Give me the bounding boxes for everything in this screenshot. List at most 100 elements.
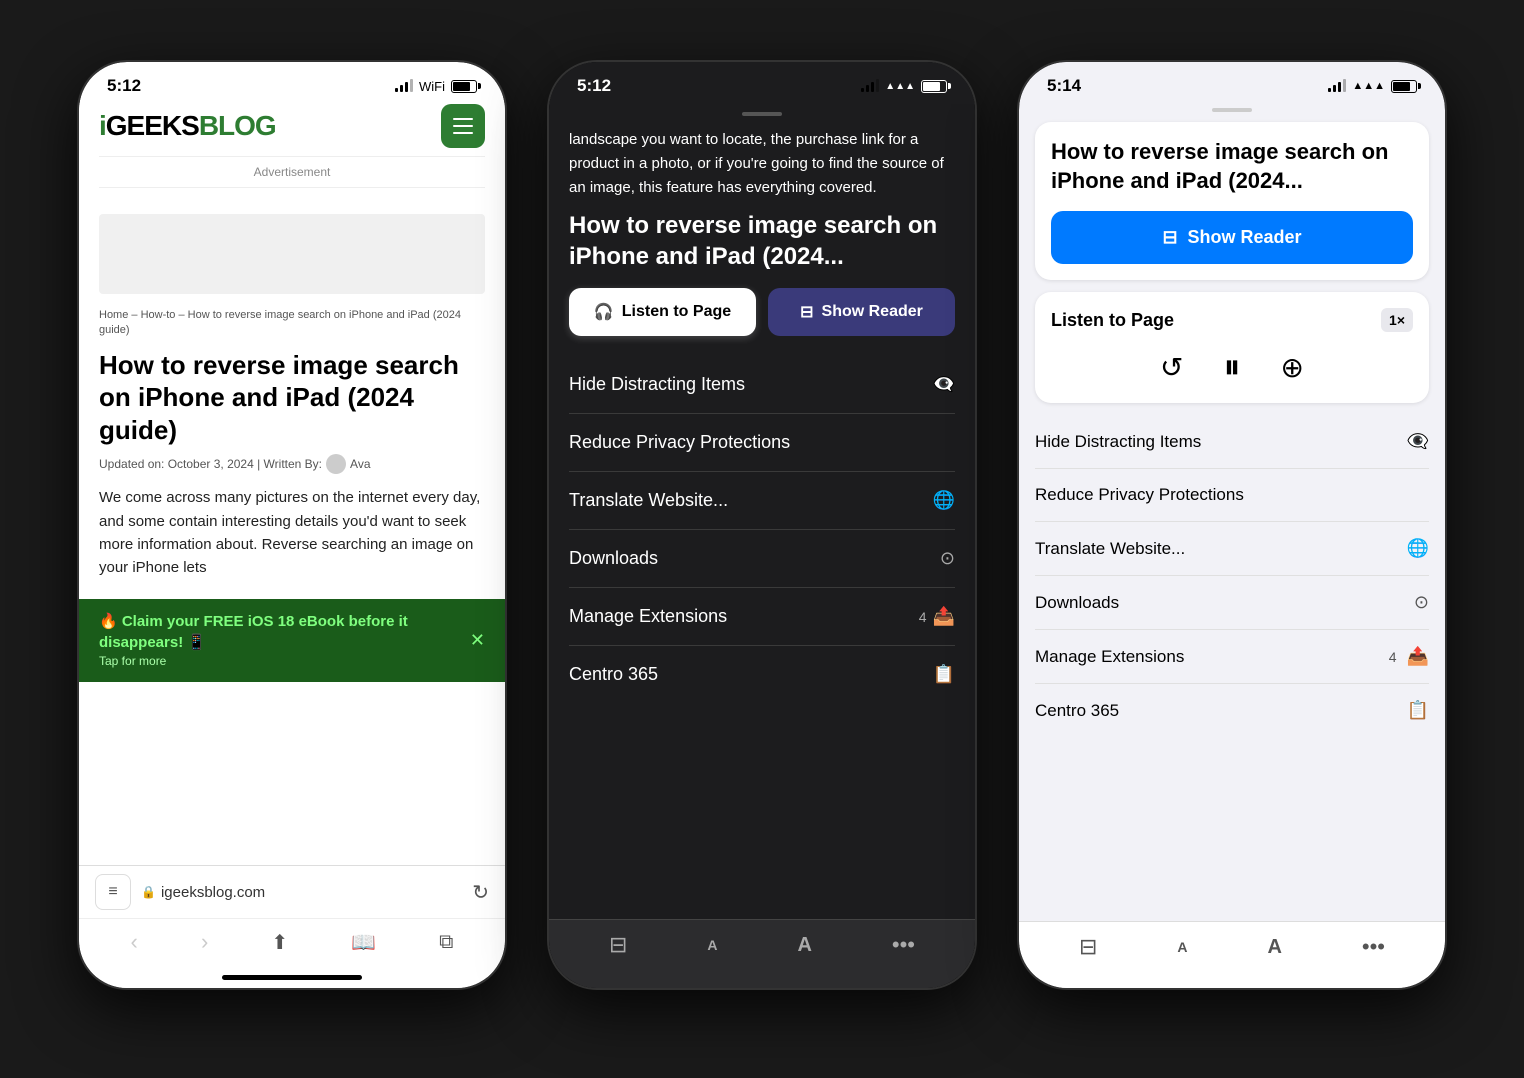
signal-icon-3 bbox=[1328, 80, 1346, 92]
status-bar-1: 5:12 WiFi bbox=[79, 62, 505, 104]
hide-distracting-icon: 👁️‍🗨️ bbox=[933, 374, 955, 395]
article-title-1: How to reverse image search on iPhone an… bbox=[79, 349, 505, 455]
p3-menu-reduce-privacy[interactable]: Reduce Privacy Protections bbox=[1035, 469, 1429, 522]
listen-header: Listen to Page 1× bbox=[1051, 308, 1413, 332]
battery-icon-2 bbox=[921, 80, 947, 93]
speed-badge[interactable]: 1× bbox=[1381, 308, 1413, 332]
back-button[interactable]: ‹ bbox=[131, 929, 138, 955]
p3-font-small[interactable]: A bbox=[1177, 939, 1187, 955]
extensions-icon: 📤 bbox=[933, 606, 955, 627]
status-bar-2: 5:12 ▲▲▲ bbox=[549, 62, 975, 104]
status-icons-1: WiFi bbox=[395, 79, 477, 94]
p3-menu-downloads[interactable]: Downloads ⊙ bbox=[1035, 576, 1429, 630]
p3-menu-label: Reduce Privacy Protections bbox=[1035, 485, 1244, 505]
translate-icon: 🌐 bbox=[933, 490, 955, 511]
menu-list-2: Hide Distracting Items 👁️‍🗨️ Reduce Priv… bbox=[549, 356, 975, 703]
drag-handle-3 bbox=[1212, 108, 1252, 112]
reader-label: Show Reader bbox=[822, 303, 923, 321]
article-meta-1: Updated on: October 3, 2024 | Written By… bbox=[79, 454, 505, 486]
download-icon: ⊙ bbox=[940, 548, 955, 569]
p3-menu-label: Downloads bbox=[1035, 593, 1119, 613]
address-field[interactable]: 🔒 igeeksblog.com bbox=[141, 884, 462, 901]
update-date: Updated on: October 3, 2024 | Written By… bbox=[99, 457, 322, 471]
hamburger-button[interactable] bbox=[441, 104, 485, 148]
p3-more-btn[interactable]: ••• bbox=[1362, 934, 1385, 960]
menu-item-reduce-privacy[interactable]: Reduce Privacy Protections bbox=[569, 414, 955, 472]
reader-mode-button[interactable]: ≡ bbox=[95, 874, 131, 910]
phone-2: 5:12 ▲▲▲ landscape you want to locate, t… bbox=[547, 60, 977, 990]
p3-menu-centro[interactable]: Centro 365 📋 bbox=[1035, 684, 1429, 737]
menu-item-label: Hide Distracting Items bbox=[569, 374, 745, 395]
refresh-button[interactable]: ↻ bbox=[472, 880, 489, 905]
menu-item-label: Reduce Privacy Protections bbox=[569, 432, 790, 453]
p3-menu-label: Hide Distracting Items bbox=[1035, 432, 1201, 452]
listen-title: Listen to Page bbox=[1051, 310, 1174, 331]
p3-font-large[interactable]: A bbox=[1267, 936, 1281, 959]
action-buttons: 🎧 Listen to Page ⊟ Show Reader bbox=[549, 288, 975, 356]
menu-item-label: Downloads bbox=[569, 548, 658, 569]
ad-label: Advertisement bbox=[99, 156, 485, 188]
p3-translate-icon: 🌐 bbox=[1407, 538, 1429, 559]
show-reader-label: Show Reader bbox=[1188, 227, 1302, 248]
menu-item-hide-distracting[interactable]: Hide Distracting Items 👁️‍🗨️ bbox=[569, 356, 955, 414]
menu-item-label: Translate Website... bbox=[569, 490, 728, 511]
toolbar-2: ⊟ A A ••• bbox=[549, 919, 975, 988]
home-indicator bbox=[222, 975, 362, 980]
tabs-button[interactable]: ⧉ bbox=[439, 931, 453, 954]
address-bar: ≡ 🔒 igeeksblog.com ↻ bbox=[79, 866, 505, 919]
listen-controls: ↺ ⏸ ⊕ bbox=[1051, 348, 1413, 387]
status-time-1: 5:12 bbox=[107, 76, 141, 96]
bookmarks-button[interactable]: 📖 bbox=[351, 930, 376, 955]
wifi-icon-2: ▲▲▲ bbox=[885, 81, 915, 92]
promo-text: 🔥 Claim your FREE iOS 18 eBook before it… bbox=[99, 611, 470, 653]
menu-item-extensions[interactable]: Manage Extensions 4 📤 bbox=[569, 588, 955, 646]
p3-extensions-right: 4 📤 bbox=[1389, 646, 1429, 667]
p3-toolbar-reader[interactable]: ⊟ bbox=[1079, 934, 1097, 960]
phone-1: 5:12 WiFi iGEEKSBLOG bbox=[77, 60, 507, 990]
show-reader-button[interactable]: ⊟ Show Reader bbox=[768, 288, 955, 336]
toolbar-font-small[interactable]: A bbox=[707, 937, 717, 953]
promo-banner[interactable]: 🔥 Claim your FREE iOS 18 eBook before it… bbox=[79, 599, 505, 682]
p3-extensions-icon: 📤 bbox=[1407, 646, 1429, 667]
extensions-right: 4 📤 bbox=[919, 606, 955, 627]
logo-blog: BLOG bbox=[199, 110, 276, 141]
rewind-button[interactable]: ↺ bbox=[1160, 351, 1183, 384]
share-button[interactable]: ⬆ bbox=[271, 930, 288, 955]
listen-to-page-button[interactable]: 🎧 Listen to Page bbox=[569, 288, 756, 336]
lock-icon: 🔒 bbox=[141, 885, 156, 899]
fast-forward-button[interactable]: ⊕ bbox=[1281, 351, 1304, 384]
article-title-3: How to reverse image search on iPhone an… bbox=[1051, 138, 1413, 195]
wifi-icon-3: ▲▲▲ bbox=[1352, 80, 1385, 92]
p3-extensions-badge: 4 bbox=[1389, 649, 1397, 665]
site-header-1: iGEEKSBLOG Advertisement bbox=[79, 104, 505, 214]
toolbar-font-large[interactable]: A bbox=[797, 934, 811, 957]
menu-item-centro[interactable]: Centro 365 📋 bbox=[569, 646, 955, 703]
p3-menu-extensions[interactable]: Manage Extensions 4 📤 bbox=[1035, 630, 1429, 684]
toolbar-reader-btn[interactable]: ⊟ bbox=[609, 932, 627, 958]
listen-label: Listen to Page bbox=[622, 303, 731, 321]
phone-3: 5:14 ▲▲▲ How to reverse image search on … bbox=[1017, 60, 1447, 990]
pause-button[interactable]: ⏸ bbox=[1224, 348, 1241, 387]
promo-close-icon[interactable]: ✕ bbox=[470, 630, 485, 651]
status-bar-3: 5:14 ▲▲▲ bbox=[1019, 62, 1445, 104]
article-heading-2: How to reverse image search on iPhone an… bbox=[549, 210, 975, 288]
bottom-bar-1: ≡ 🔒 igeeksblog.com ↻ ‹ › ⬆ 📖 ⧉ bbox=[79, 865, 505, 988]
breadcrumb-text: Home – How-to – How to reverse image sea… bbox=[99, 309, 461, 336]
show-reader-button-3[interactable]: ⊟ Show Reader bbox=[1051, 211, 1413, 264]
headphones-icon: 🎧 bbox=[594, 302, 614, 322]
logo-i: i bbox=[99, 110, 106, 141]
status-time-3: 5:14 bbox=[1047, 76, 1081, 96]
ad-placeholder bbox=[99, 214, 485, 294]
signal-icon-1 bbox=[395, 80, 413, 92]
menu-item-translate[interactable]: Translate Website... 🌐 bbox=[569, 472, 955, 530]
battery-icon-1 bbox=[451, 80, 477, 93]
logo-brand: GEEKS bbox=[106, 110, 199, 141]
forward-button[interactable]: › bbox=[201, 929, 208, 955]
menu-item-downloads[interactable]: Downloads ⊙ bbox=[569, 530, 955, 588]
p3-menu-hide-distracting[interactable]: Hide Distracting Items 👁️‍🗨️ bbox=[1035, 415, 1429, 469]
logo-row: iGEEKSBLOG bbox=[99, 104, 485, 148]
p3-centro-icon: 📋 bbox=[1407, 700, 1429, 721]
toolbar-more-btn[interactable]: ••• bbox=[892, 932, 915, 958]
breadcrumb: Home – How-to – How to reverse image sea… bbox=[79, 308, 505, 349]
p3-menu-translate[interactable]: Translate Website... 🌐 bbox=[1035, 522, 1429, 576]
